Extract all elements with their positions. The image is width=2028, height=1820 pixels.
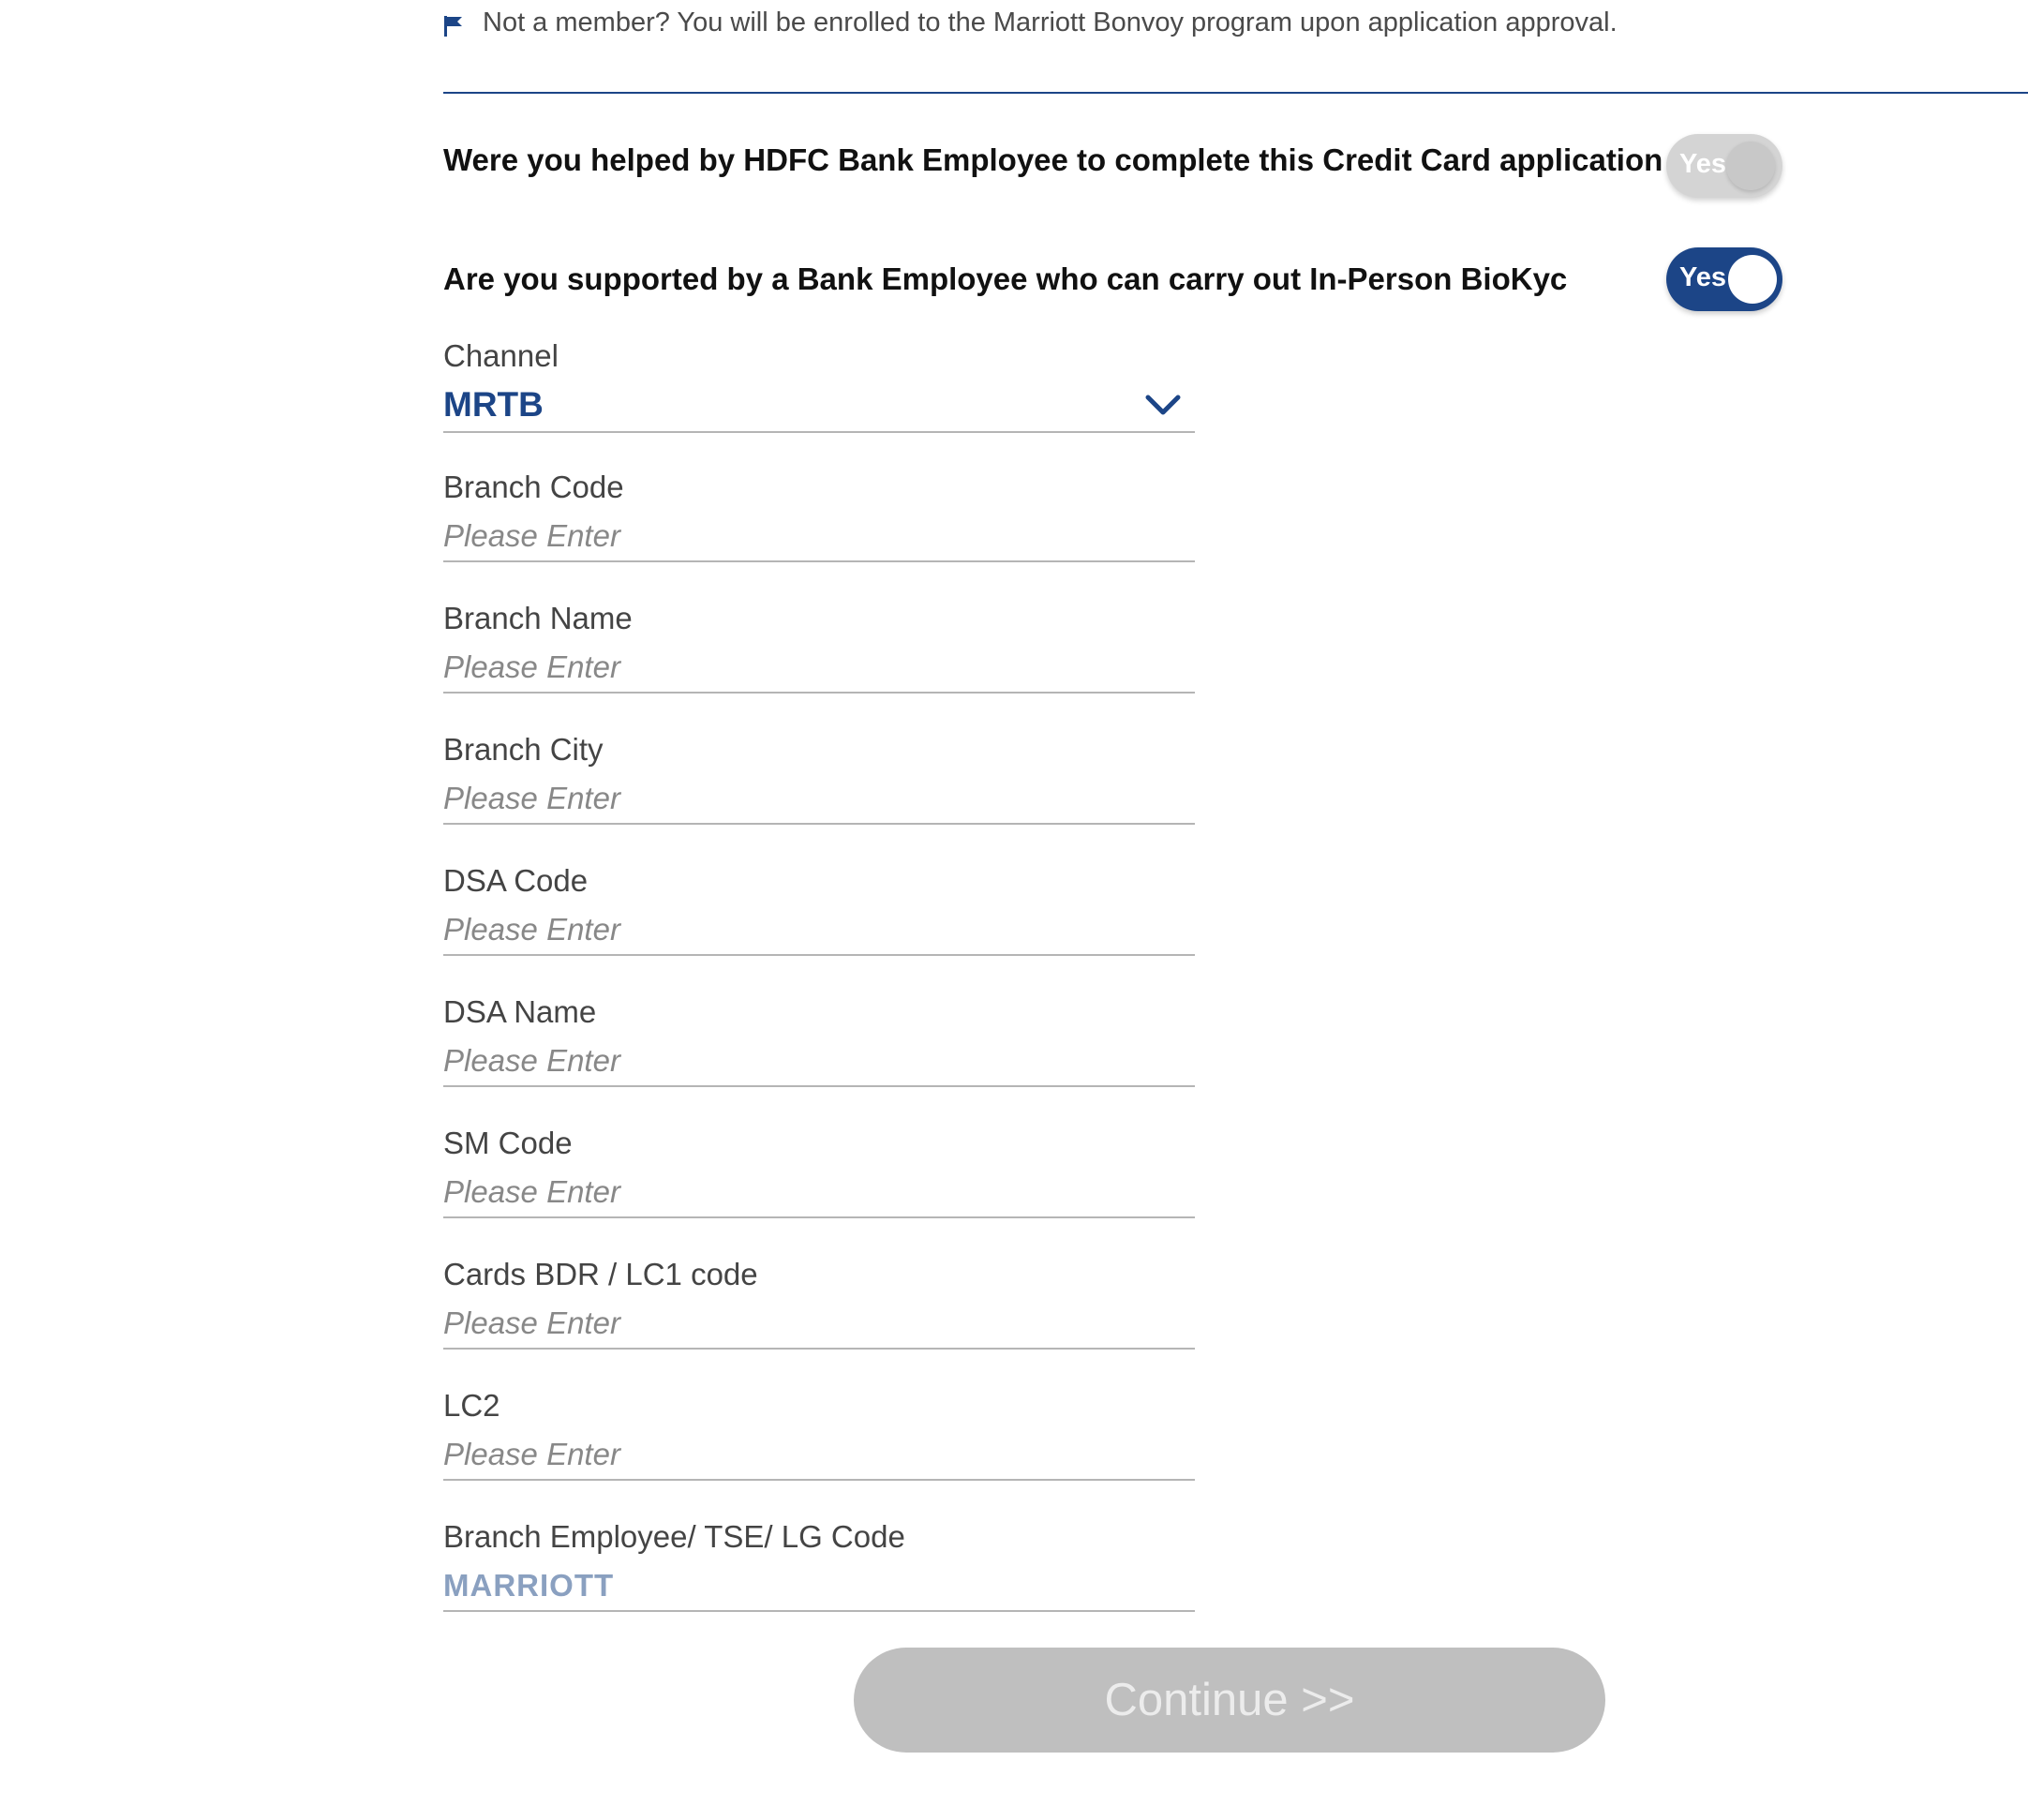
channel-label: Channel bbox=[443, 338, 559, 373]
lc2-field: LC2 bbox=[443, 1387, 1195, 1481]
branch-city-label: Branch City bbox=[443, 732, 604, 767]
dsa-name-field: DSA Name bbox=[443, 993, 1195, 1087]
channel-selected-value: MRTB bbox=[443, 385, 544, 424]
cards-bdr-lc1-code-input[interactable] bbox=[443, 1305, 1195, 1342]
toggle-knob bbox=[1726, 142, 1775, 190]
sm-code-label: SM Code bbox=[443, 1126, 573, 1160]
branch-name-input[interactable] bbox=[443, 649, 1195, 686]
dsa-code-input[interactable] bbox=[443, 911, 1195, 948]
section-divider bbox=[443, 92, 2028, 94]
toggle-knob bbox=[1728, 255, 1777, 304]
branch-name-label: Branch Name bbox=[443, 601, 633, 635]
lc2-input[interactable] bbox=[443, 1436, 1195, 1473]
dsa-name-label: DSA Name bbox=[443, 994, 597, 1029]
sm-code-input[interactable] bbox=[443, 1173, 1195, 1211]
branch-city-field: Branch City bbox=[443, 731, 1195, 825]
channel-select[interactable]: MRTB bbox=[443, 386, 1195, 433]
branch-employee-code-field: Branch Employee/ TSE/ LG Code MARRIOTT bbox=[443, 1518, 1195, 1612]
branch-employee-code-value: MARRIOTT bbox=[443, 1568, 615, 1603]
branch-city-input[interactable] bbox=[443, 780, 1195, 817]
cards-bdr-lc1-code-label: Cards BDR / LC1 code bbox=[443, 1257, 758, 1291]
channel-field: Channel MRTB bbox=[443, 337, 1195, 433]
continue-button[interactable]: Continue >> bbox=[854, 1648, 1605, 1753]
dsa-code-field: DSA Code bbox=[443, 862, 1195, 956]
in-person-biokyc-toggle[interactable]: Yes bbox=[1666, 247, 1782, 311]
branch-employee-code-label: Branch Employee/ TSE/ LG Code bbox=[443, 1519, 905, 1554]
dsa-code-label: DSA Code bbox=[443, 863, 589, 898]
membership-notice-text: Not a member? You will be enrolled to th… bbox=[483, 7, 1618, 37]
helped-by-employee-question: Were you helped by HDFC Bank Employee to… bbox=[443, 142, 1663, 177]
branch-code-input[interactable] bbox=[443, 517, 1195, 555]
sm-code-field: SM Code bbox=[443, 1125, 1195, 1218]
flag-icon bbox=[444, 15, 462, 37]
toggle-label: Yes bbox=[1679, 262, 1726, 292]
toggle-label: Yes bbox=[1679, 149, 1726, 179]
branch-code-label: Branch Code bbox=[443, 470, 624, 504]
dsa-name-input[interactable] bbox=[443, 1042, 1195, 1080]
chevron-down-icon[interactable] bbox=[1144, 392, 1182, 418]
branch-code-field: Branch Code bbox=[443, 469, 1195, 562]
branch-name-field: Branch Name bbox=[443, 600, 1195, 694]
in-person-biokyc-question: Are you supported by a Bank Employee who… bbox=[443, 261, 1568, 296]
helped-by-employee-toggle[interactable]: Yes bbox=[1666, 134, 1782, 198]
cards-bdr-lc1-code-field: Cards BDR / LC1 code bbox=[443, 1256, 1195, 1350]
membership-notice: Not a member? You will be enrolled to th… bbox=[443, 7, 1618, 38]
lc2-label: LC2 bbox=[443, 1388, 500, 1423]
